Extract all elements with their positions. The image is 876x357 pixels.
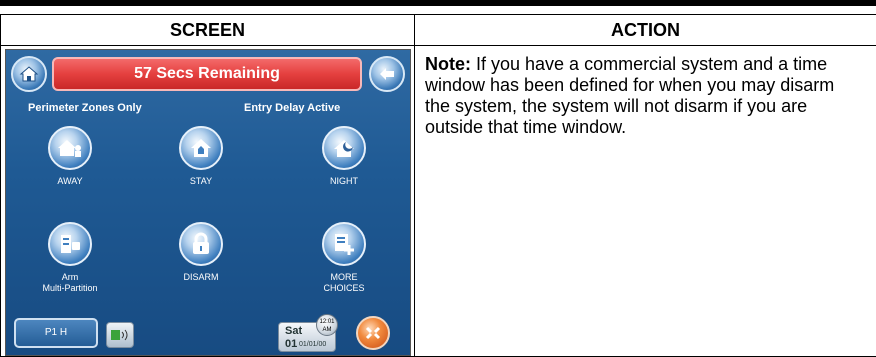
clock-time: 12:01 [317, 318, 337, 326]
away-button[interactable]: AWAY [25, 126, 115, 187]
clock-icon: 12:01 AM [316, 314, 338, 336]
panic-icon [358, 318, 388, 348]
column-header-screen: SCREEN [1, 15, 415, 46]
date-small-text: 01/01/00 [299, 341, 326, 348]
disarm-button[interactable]: DISARM [156, 222, 246, 283]
night-button[interactable]: NIGHT [299, 126, 389, 187]
instruction-table: SCREEN ACTION 57 Secs Remaining Perimet [0, 14, 876, 357]
arm-multi-partition-button[interactable]: Arm Multi-Partition [25, 222, 115, 294]
away-icon [48, 126, 92, 170]
note-text: If you have a commercial system and a ti… [425, 54, 834, 137]
clock-ampm: AM [317, 326, 337, 334]
day-text: Sat [285, 325, 302, 337]
back-button[interactable] [369, 56, 405, 92]
home-button[interactable] [11, 56, 47, 92]
more-label-line1: MORE [299, 272, 389, 283]
countdown-banner: 57 Secs Remaining [52, 57, 362, 91]
stay-label: STAY [156, 176, 246, 187]
multi-partition-icon [48, 222, 92, 266]
date-text: 01 [285, 338, 297, 350]
status-entry-delay: Entry Delay Active [244, 102, 340, 114]
away-label: AWAY [25, 176, 115, 187]
back-arrow-icon [377, 64, 397, 84]
night-label: NIGHT [299, 176, 389, 187]
note-paragraph: Note: If you have a commercial system an… [415, 46, 876, 138]
more-choices-button[interactable]: MORE CHOICES [299, 222, 389, 294]
panic-button[interactable] [356, 316, 390, 350]
padlock-icon [179, 222, 223, 266]
stay-icon [179, 126, 223, 170]
screen-cell: 57 Secs Remaining Perimeter Zones Only E… [1, 46, 415, 357]
chime-icon [107, 323, 133, 347]
disarm-label: DISARM [156, 272, 246, 283]
home-icon [19, 64, 39, 84]
action-cell: Note: If you have a commercial system an… [415, 46, 876, 357]
column-header-action: ACTION [415, 15, 876, 46]
partition-button[interactable]: P1 H [14, 318, 98, 348]
more-label-line2: CHOICES [299, 283, 389, 294]
chime-button[interactable] [106, 322, 134, 348]
status-perimeter: Perimeter Zones Only [28, 102, 142, 114]
more-choices-icon [322, 222, 366, 266]
top-rule [0, 0, 876, 6]
arm-label-line1: Arm [25, 272, 115, 283]
stay-button[interactable]: STAY [156, 126, 246, 187]
arm-label-line2: Multi-Partition [25, 283, 115, 294]
touchscreen-display: 57 Secs Remaining Perimeter Zones Only E… [5, 49, 411, 356]
night-icon [322, 126, 366, 170]
note-label: Note: [425, 54, 471, 74]
